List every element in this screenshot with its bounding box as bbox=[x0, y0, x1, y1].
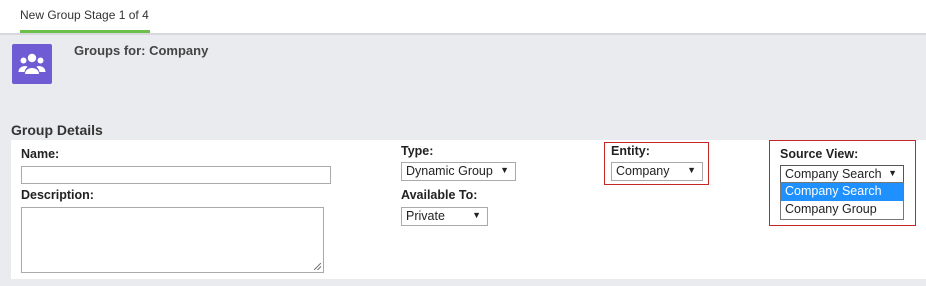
entity-label: Entity: bbox=[611, 144, 650, 158]
resize-grip-icon[interactable] bbox=[314, 263, 321, 270]
description-textarea[interactable] bbox=[21, 207, 324, 273]
chevron-down-icon: ▼ bbox=[500, 165, 509, 175]
page-title: Groups for: Company bbox=[74, 43, 209, 58]
entity-select-value: Company bbox=[616, 164, 670, 178]
type-select-value: Dynamic Group bbox=[406, 164, 493, 178]
tab-bar: New Group Stage 1 of 4 bbox=[0, 0, 926, 34]
type-select[interactable]: Dynamic Group ▼ bbox=[401, 162, 516, 181]
type-label: Type: bbox=[401, 144, 434, 158]
section-title-group-details: Group Details bbox=[11, 122, 103, 138]
people-icon bbox=[18, 53, 46, 74]
group-icon bbox=[12, 44, 52, 84]
chevron-down-icon: ▼ bbox=[888, 168, 897, 178]
description-label: Description: bbox=[21, 188, 94, 202]
tab-new-group-stage[interactable]: New Group Stage 1 of 4 bbox=[20, 8, 149, 22]
source-view-options: Company Search Company Group bbox=[780, 182, 904, 220]
name-input[interactable] bbox=[21, 166, 331, 184]
chevron-down-icon: ▼ bbox=[472, 210, 481, 220]
option-company-group[interactable]: Company Group bbox=[781, 201, 903, 219]
entity-select[interactable]: Company ▼ bbox=[611, 162, 703, 181]
chevron-down-icon: ▼ bbox=[687, 165, 696, 175]
name-label: Name: bbox=[21, 147, 60, 161]
available-to-select[interactable]: Private ▼ bbox=[401, 207, 488, 226]
available-to-label: Available To: bbox=[401, 188, 478, 202]
source-view-label: Source View: bbox=[780, 147, 859, 161]
option-company-search[interactable]: Company Search bbox=[781, 183, 903, 201]
available-to-select-value: Private bbox=[406, 209, 445, 223]
source-view-select-value: Company Search bbox=[785, 167, 882, 181]
